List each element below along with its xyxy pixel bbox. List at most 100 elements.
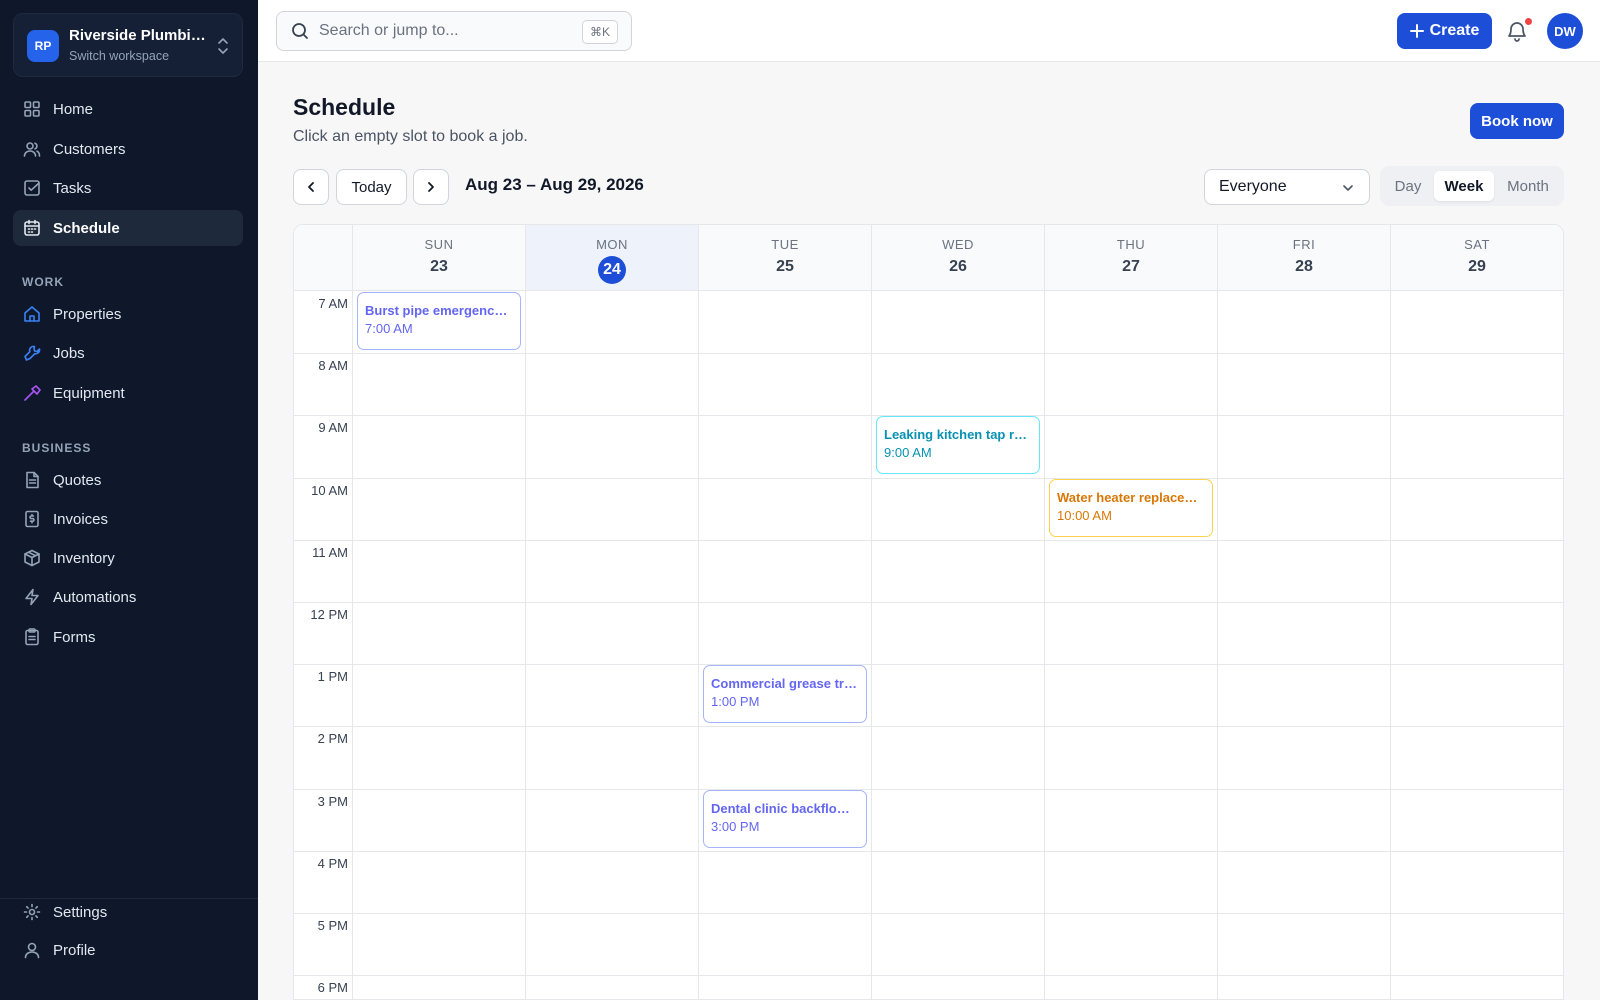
time-slot[interactable] xyxy=(1218,540,1391,602)
time-slot[interactable] xyxy=(1045,602,1218,664)
time-slot[interactable] xyxy=(1391,540,1563,602)
view-day-tab[interactable]: Day xyxy=(1386,171,1430,201)
time-slot[interactable] xyxy=(353,789,526,851)
time-slot[interactable] xyxy=(1391,602,1563,664)
time-slot[interactable] xyxy=(1218,478,1391,540)
time-slot[interactable] xyxy=(353,602,526,664)
time-slot[interactable] xyxy=(872,789,1045,851)
time-slot[interactable] xyxy=(699,913,872,975)
sidebar-item-properties[interactable]: Properties xyxy=(13,296,243,332)
day-header-sat[interactable]: SAT 29 xyxy=(1391,225,1563,291)
time-slot[interactable] xyxy=(1218,353,1391,415)
search-input[interactable]: Search or jump to... ⌘K xyxy=(276,11,632,51)
day-header-thu[interactable]: THU 27 xyxy=(1045,225,1218,291)
time-slot[interactable] xyxy=(1045,726,1218,788)
day-header-wed[interactable]: WED 26 xyxy=(872,225,1045,291)
time-slot[interactable] xyxy=(872,353,1045,415)
time-slot[interactable] xyxy=(1218,291,1391,353)
time-slot[interactable] xyxy=(526,664,699,726)
time-slot[interactable] xyxy=(872,913,1045,975)
create-button[interactable]: Create xyxy=(1397,13,1492,49)
time-slot[interactable] xyxy=(353,664,526,726)
sidebar-item-quotes[interactable]: Quotes xyxy=(13,462,243,498)
previous-week-button[interactable] xyxy=(293,169,329,205)
time-slot[interactable] xyxy=(699,851,872,913)
time-slot[interactable] xyxy=(1391,851,1563,913)
time-slot[interactable] xyxy=(699,602,872,664)
time-slot[interactable] xyxy=(353,975,526,999)
job-event[interactable]: Water heater replacement 10:00 AM xyxy=(1049,478,1213,537)
time-slot[interactable] xyxy=(1391,726,1563,788)
time-slot[interactable] xyxy=(526,540,699,602)
time-slot[interactable] xyxy=(526,851,699,913)
time-slot[interactable] xyxy=(1045,789,1218,851)
time-slot[interactable] xyxy=(526,975,699,999)
view-month-tab[interactable]: Month xyxy=(1498,171,1558,201)
book-now-button[interactable]: Book now xyxy=(1470,103,1564,139)
time-slot[interactable] xyxy=(1391,913,1563,975)
sidebar-item-profile[interactable]: Profile xyxy=(13,932,243,968)
time-slot[interactable] xyxy=(1045,353,1218,415)
avatar[interactable]: DW xyxy=(1547,13,1583,49)
time-slot[interactable] xyxy=(1045,415,1218,477)
time-slot[interactable] xyxy=(353,851,526,913)
workspace-switcher[interactable]: RP Riverside Plumbing Switch workspace xyxy=(13,13,243,77)
time-slot[interactable] xyxy=(699,291,872,353)
time-slot[interactable] xyxy=(353,913,526,975)
sidebar-item-forms[interactable]: Forms xyxy=(13,619,243,655)
sidebar-item-home[interactable]: Home xyxy=(13,91,243,127)
time-slot[interactable] xyxy=(353,478,526,540)
day-header-fri[interactable]: FRI 28 xyxy=(1218,225,1391,291)
time-slot[interactable] xyxy=(526,726,699,788)
job-event[interactable]: Burst pipe emergency repair 7:00 AM xyxy=(357,292,521,350)
time-slot[interactable] xyxy=(526,478,699,540)
time-slot[interactable] xyxy=(526,291,699,353)
sidebar-item-tasks[interactable]: Tasks xyxy=(13,170,243,206)
time-slot[interactable] xyxy=(353,540,526,602)
sidebar-item-inventory[interactable]: Inventory xyxy=(13,540,243,576)
time-slot[interactable] xyxy=(1218,851,1391,913)
time-slot[interactable] xyxy=(872,726,1045,788)
time-slot[interactable] xyxy=(872,291,1045,353)
time-slot[interactable] xyxy=(1218,415,1391,477)
job-event[interactable]: Leaking kitchen tap repair 9:00 AM xyxy=(876,416,1040,475)
time-slot[interactable] xyxy=(1218,602,1391,664)
time-slot[interactable] xyxy=(872,664,1045,726)
time-slot[interactable] xyxy=(1218,726,1391,788)
time-slot[interactable] xyxy=(1391,975,1563,999)
assignee-filter-select[interactable]: Everyone xyxy=(1204,169,1370,205)
time-slot[interactable] xyxy=(872,602,1045,664)
time-slot[interactable] xyxy=(699,478,872,540)
time-slot[interactable] xyxy=(872,851,1045,913)
time-slot[interactable] xyxy=(1045,540,1218,602)
sidebar-item-jobs[interactable]: Jobs xyxy=(13,335,243,371)
time-slot[interactable] xyxy=(1391,789,1563,851)
day-header-tue[interactable]: TUE 25 xyxy=(699,225,872,291)
time-slot[interactable] xyxy=(526,415,699,477)
time-slot[interactable] xyxy=(353,415,526,477)
time-slot[interactable] xyxy=(699,540,872,602)
time-slot[interactable] xyxy=(1218,975,1391,999)
time-slot[interactable] xyxy=(699,353,872,415)
job-event[interactable]: Commercial grease trap cleaning 1:00 PM xyxy=(703,665,867,724)
time-slot[interactable] xyxy=(1391,415,1563,477)
time-slot[interactable] xyxy=(1045,851,1218,913)
day-header-mon[interactable]: MON 24 xyxy=(526,225,699,291)
time-slot[interactable] xyxy=(872,540,1045,602)
next-week-button[interactable] xyxy=(413,169,449,205)
time-slot[interactable] xyxy=(1391,664,1563,726)
sidebar-item-customers[interactable]: Customers xyxy=(13,131,243,167)
sidebar-item-equipment[interactable]: Equipment xyxy=(13,375,243,411)
view-week-tab[interactable]: Week xyxy=(1434,171,1494,201)
sidebar-item-settings[interactable]: Settings xyxy=(13,894,243,930)
time-slot[interactable] xyxy=(872,975,1045,999)
time-slot[interactable] xyxy=(1045,913,1218,975)
time-slot[interactable] xyxy=(1218,913,1391,975)
sidebar-item-automations[interactable]: Automations xyxy=(13,579,243,615)
time-slot[interactable] xyxy=(1218,664,1391,726)
time-slot[interactable] xyxy=(526,353,699,415)
job-event[interactable]: Dental clinic backflow test 3:00 PM xyxy=(703,789,867,848)
time-slot[interactable] xyxy=(1045,975,1218,999)
sidebar-item-schedule[interactable]: Schedule xyxy=(13,210,243,246)
time-slot[interactable] xyxy=(353,726,526,788)
